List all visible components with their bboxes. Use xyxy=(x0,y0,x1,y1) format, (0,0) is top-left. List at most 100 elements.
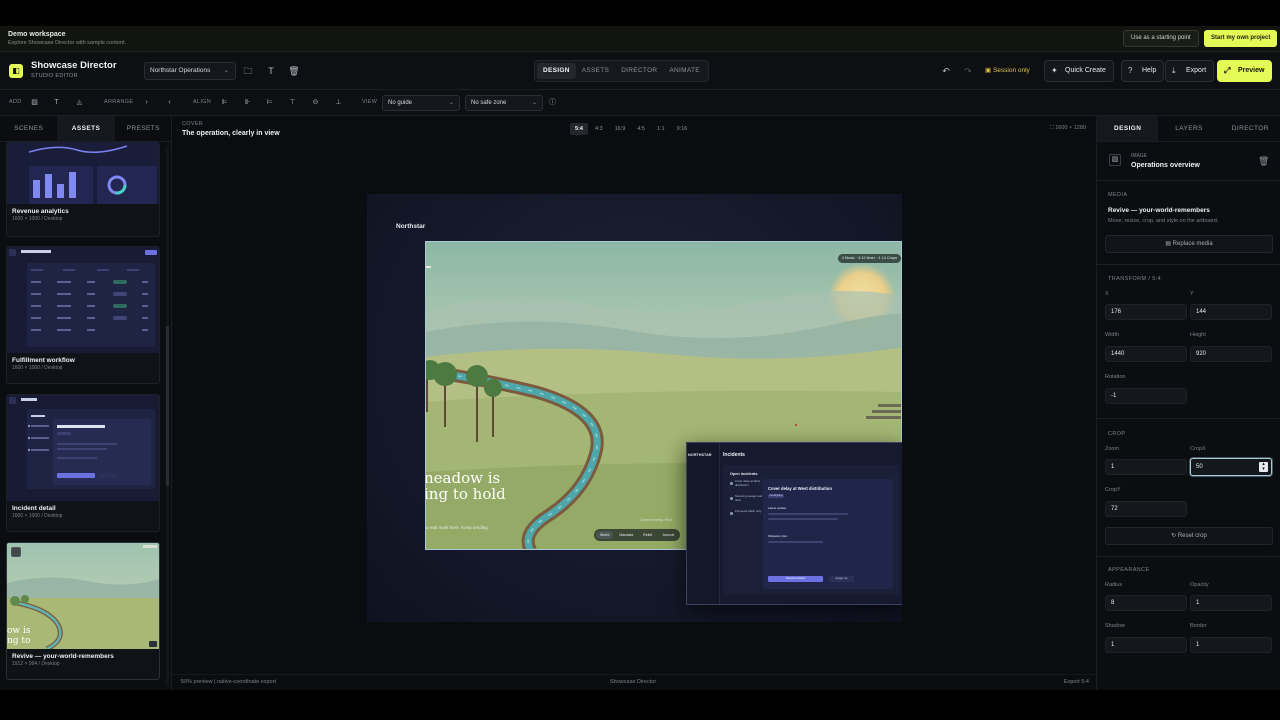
radius-input[interactable]: 8 xyxy=(1105,595,1187,611)
asset-meta: 1600 × 1000 / Desktop xyxy=(12,216,63,222)
hero-headline-line-1: neadow is xyxy=(425,469,501,487)
preview-button[interactable]: ⤢ Preview xyxy=(1217,60,1273,82)
canvas-area: COVER The operation, clearly in view 5:4… xyxy=(172,116,1096,690)
ratio-1-1[interactable]: 1:1 xyxy=(652,123,670,135)
cropx-value: 50 xyxy=(1196,464,1203,470)
use-as-starting-point-button[interactable]: Use as a starting point xyxy=(1123,30,1199,47)
height-label: Height xyxy=(1190,332,1206,338)
replace-media-button[interactable]: ▤ Replace media xyxy=(1105,235,1273,253)
ratio-4-5[interactable]: 4:5 xyxy=(632,123,650,135)
folder-add-icon[interactable]: 🗀 xyxy=(241,64,255,78)
chevron-down-icon: ⌄ xyxy=(448,100,454,106)
align-left-icon[interactable]: ⊫ xyxy=(219,97,230,108)
redo-icon[interactable]: ↷ xyxy=(961,64,975,78)
tab-design[interactable]: DESIGN xyxy=(1097,116,1159,141)
app-title: Showcase Director xyxy=(31,60,117,71)
start-own-project-button[interactable]: Start my own project xyxy=(1204,30,1278,47)
incident-dot xyxy=(730,497,733,500)
hero-tab-journal: Journal xyxy=(662,533,675,537)
text-add-icon[interactable]: T xyxy=(51,97,62,108)
image-add-icon[interactable]: ▨ xyxy=(29,97,40,108)
asset-card-fulfillment-workflow[interactable]: Fulfillment workflow 1600 × 1000 / Deskt… xyxy=(6,246,160,384)
help-button[interactable]: ? Help xyxy=(1121,60,1165,82)
help-label: Help xyxy=(1142,67,1157,74)
stepper-icon[interactable]: ▴ ▾ xyxy=(1259,462,1268,472)
ratio-5-4[interactable]: 5:4 xyxy=(570,123,588,135)
bring-forward-icon[interactable]: › xyxy=(141,97,152,108)
mode-tab-design[interactable]: DESIGN xyxy=(537,63,576,79)
export-label: Export xyxy=(1186,67,1207,74)
media-section-label: MEDIA xyxy=(1108,192,1128,198)
tab-director[interactable]: DIRECTOR xyxy=(1220,116,1280,141)
ratio-4-3[interactable]: 4:3 xyxy=(590,123,608,135)
reset-crop-button[interactable]: ↻ Reset crop xyxy=(1105,527,1273,545)
asset-card-revive[interactable]: ow is ng to Revive — your-world-remember… xyxy=(6,542,160,680)
hero-headline: neadow is ing to hold xyxy=(425,469,506,503)
opacity-label: Opacity xyxy=(1190,582,1209,588)
view-label: VIEW xyxy=(362,99,378,105)
tab-assets[interactable]: ASSETS xyxy=(57,116,115,141)
tab-scenes[interactable]: SCENES xyxy=(0,116,57,141)
undo-icon[interactable]: ↶ xyxy=(939,64,953,78)
align-bottom-icon[interactable]: ⊥ xyxy=(333,97,344,108)
aspect-ratio-group: 5:4 4:3 16:9 4:5 1:1 9:16 xyxy=(570,123,692,135)
trash-icon[interactable]: 🗑 xyxy=(287,64,301,78)
border-input[interactable]: 1 xyxy=(1190,637,1272,653)
export-button[interactable]: ⤓ Export xyxy=(1165,60,1215,82)
svg-text:ow is: ow is xyxy=(7,626,31,636)
assets-scrollbar-thumb[interactable] xyxy=(166,326,169,486)
y-input[interactable]: 144 xyxy=(1190,304,1272,320)
tab-presets[interactable]: PRESETS xyxy=(115,116,171,141)
width-input[interactable]: 1440 xyxy=(1105,346,1187,362)
replace-media-label: Replace media xyxy=(1172,241,1213,247)
image-icon: ▨ xyxy=(1109,154,1121,166)
opacity-input[interactable]: 1 xyxy=(1190,595,1272,611)
align-right-icon[interactable]: ⊨ xyxy=(264,97,275,108)
align-middle-icon[interactable]: ⊝ xyxy=(310,97,321,108)
align-center-icon[interactable]: ⊪ xyxy=(242,97,253,108)
latest-update-label: Latest update xyxy=(768,506,787,510)
info-icon[interactable]: ⓘ xyxy=(547,97,558,108)
incidents-screenshot-layer[interactable]: NORTHSTAR Incidents Open incidents Cover… xyxy=(686,442,902,605)
mode-tab-assets[interactable]: ASSETS xyxy=(576,63,615,79)
left-panel-tabs: SCENES ASSETS PRESETS xyxy=(0,116,171,142)
revenue-thumbnail-graphic xyxy=(28,145,157,204)
guide-select[interactable]: No guide ⌄ xyxy=(382,95,460,111)
quick-create-label: Quick Create xyxy=(1065,67,1106,74)
safe-zone-select[interactable]: No safe zone ⌄ xyxy=(465,95,543,111)
transform-section-label: TRANSFORM / 5:4 xyxy=(1108,276,1162,282)
download-icon: ⤓ xyxy=(1172,66,1176,75)
mode-tab-director[interactable]: DIRECTOR xyxy=(615,63,663,79)
text-icon[interactable]: T xyxy=(264,64,278,78)
session-label: Session only xyxy=(992,67,1030,74)
rotation-input[interactable]: -1 xyxy=(1105,388,1187,404)
help-icon: ? xyxy=(1128,66,1133,75)
x-input[interactable]: 176 xyxy=(1105,304,1187,320)
artboard[interactable]: Northstar 4 Music · 4:12 timer · 4 14 Cr… xyxy=(367,194,902,622)
delete-layer-icon[interactable]: 🗑 xyxy=(1258,156,1269,167)
hero-caption: Quiet morning. Rest. xyxy=(640,518,673,522)
quick-create-button[interactable]: ✦ Quick Create xyxy=(1044,60,1114,82)
cropy-input[interactable]: 72 xyxy=(1105,501,1187,517)
zoom-input[interactable]: 1 xyxy=(1105,459,1187,475)
send-backward-icon[interactable]: ‹ xyxy=(164,97,175,108)
cropx-input[interactable]: 50 ▴ ▾ xyxy=(1190,458,1272,476)
mode-tab-animate[interactable]: ANIMATE xyxy=(663,63,706,79)
ratio-16-9[interactable]: 16:9 xyxy=(610,123,631,135)
project-select[interactable]: Northstar Operations ⌄ xyxy=(144,62,236,80)
radius-label: Radius xyxy=(1105,582,1123,588)
crop-section-label: CROP xyxy=(1108,431,1126,437)
hero-tab-bar: World Mandala Relief Journal xyxy=(594,529,681,541)
canvas-dimensions-text: 1600 × 1280 xyxy=(1055,125,1086,131)
scene-title: The operation, clearly in view xyxy=(182,130,280,137)
shadow-input[interactable]: 1 xyxy=(1105,637,1187,653)
tab-layers[interactable]: LAYERS xyxy=(1158,116,1219,141)
align-top-icon[interactable]: ⊤ xyxy=(287,97,298,108)
ratio-9-16[interactable]: 9:16 xyxy=(672,123,693,135)
text-line xyxy=(768,541,823,543)
hero-headline-line-2: ing to hold xyxy=(425,485,506,503)
asset-card-revenue-analytics[interactable]: Revenue analytics 1600 × 1000 / Desktop xyxy=(6,142,160,237)
height-input[interactable]: 920 xyxy=(1190,346,1272,362)
asset-card-incident-detail[interactable]: Incident detail 1600 × 1000 / Desktop xyxy=(6,394,160,532)
shape-add-icon[interactable]: ◬ xyxy=(74,97,85,108)
